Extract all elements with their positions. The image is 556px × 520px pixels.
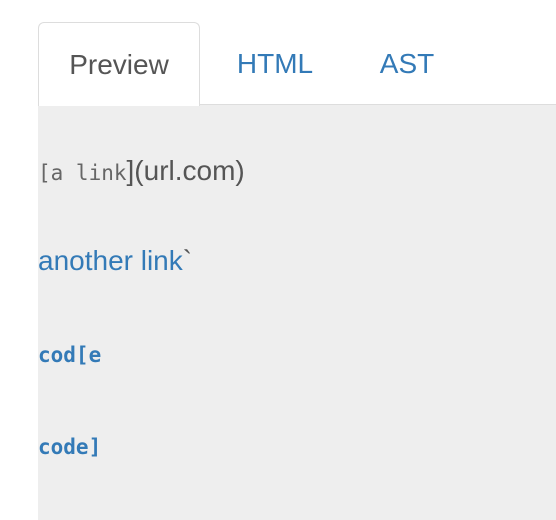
preview-paragraph-1: [a link](url.com) — [38, 155, 245, 187]
another-link[interactable]: another link — [38, 245, 183, 276]
backtick-text: ` — [182, 245, 193, 276]
plain-text: ](url.com) — [126, 155, 245, 186]
preview-panel: [a link](url.com) another link` cod[e co… — [38, 105, 556, 520]
tab-preview[interactable]: Preview — [38, 22, 200, 106]
preview-paragraph-2: another link` — [38, 245, 192, 277]
code-link-2[interactable]: code] — [38, 435, 101, 459]
code-link-1[interactable]: cod[e — [38, 343, 101, 367]
tab-bar: Preview HTML AST — [0, 0, 556, 106]
inline-code: [a link — [38, 161, 127, 185]
tab-html[interactable]: HTML — [220, 22, 330, 105]
tab-ast[interactable]: AST — [364, 22, 450, 105]
